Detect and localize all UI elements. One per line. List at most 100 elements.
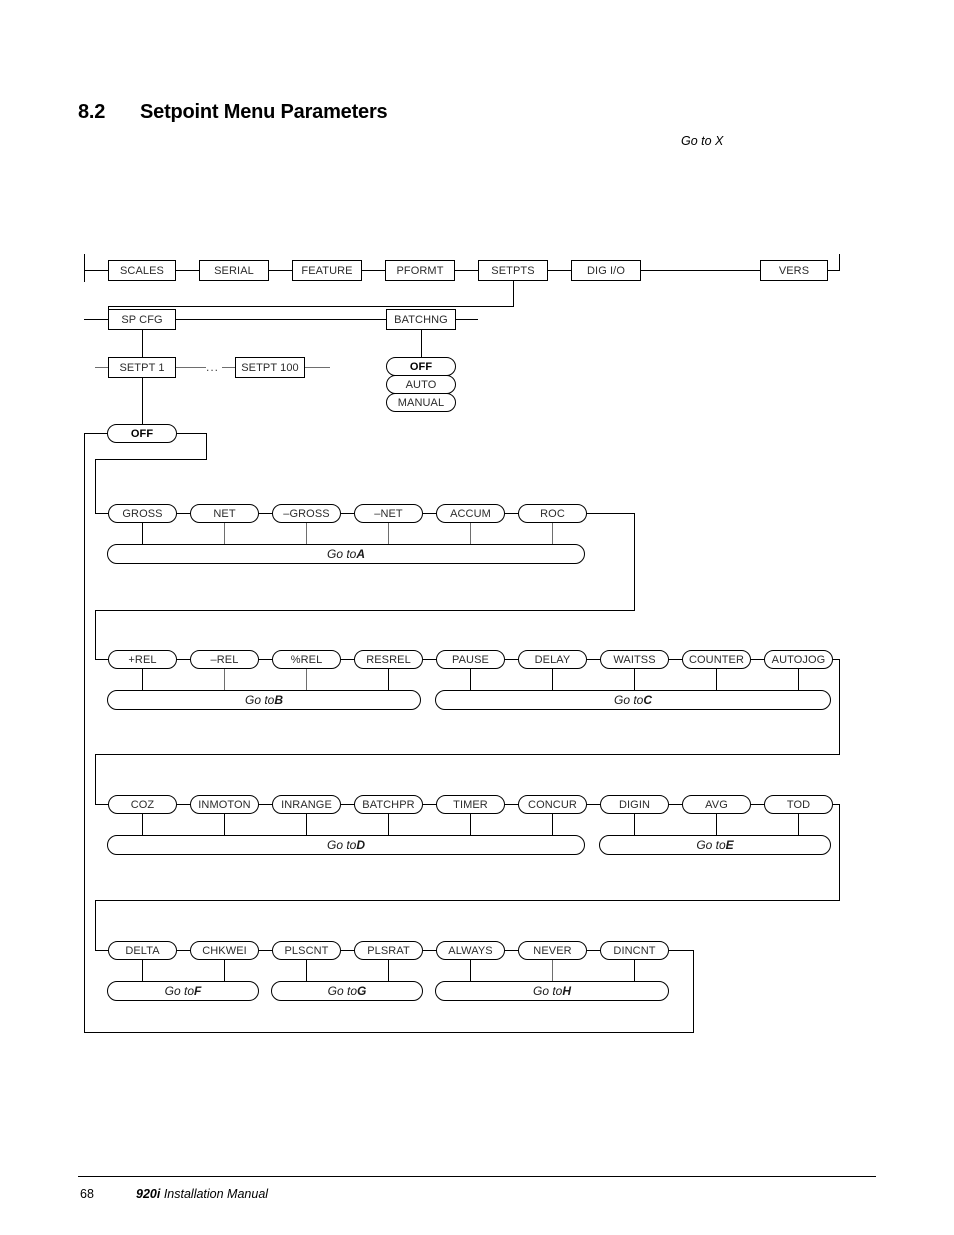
connector [470, 523, 472, 544]
row-d-node-timer[interactable]: TIMER [436, 795, 505, 814]
row-d-node-concur[interactable]: CONCUR [518, 795, 587, 814]
connector [470, 814, 472, 835]
node-label: AVG [705, 798, 728, 811]
row-a-goto-a[interactable]: Go to A [107, 544, 585, 564]
row-a-node-gross[interactable]: GROSS [108, 504, 177, 523]
row-h-node-never[interactable]: NEVER [518, 941, 587, 960]
row-c-node-pause[interactable]: PAUSE [436, 650, 505, 669]
node-label: SCALES [119, 264, 164, 277]
row-a-node-neg-net[interactable]: –NET [354, 504, 423, 523]
row-h-goto-h[interactable]: Go to H [435, 981, 669, 1001]
menu-node-dig-io[interactable]: DIG I/O [571, 260, 641, 281]
node-label: SP CFG [121, 313, 163, 326]
connector [470, 960, 472, 981]
connector [222, 367, 235, 369]
node-label: GROSS [122, 507, 163, 520]
row-c-node-counter[interactable]: COUNTER [682, 650, 751, 669]
setpoint-node-first[interactable]: SETPT 1 [108, 357, 176, 378]
row-b-goto-b[interactable]: Go to B [107, 690, 421, 710]
menu-node-serial[interactable]: SERIAL [199, 260, 269, 281]
row-a-node-net[interactable]: NET [190, 504, 259, 523]
menu-node-feature[interactable]: FEATURE [292, 260, 362, 281]
connector [84, 254, 86, 282]
node-label: –GROSS [283, 507, 330, 520]
menu-node-setpts[interactable]: SETPTS [478, 260, 548, 281]
node-label: PAUSE [452, 653, 489, 666]
setpoint-node-last[interactable]: SETPT 100 [235, 357, 305, 378]
menu-node-scales[interactable]: SCALES [108, 260, 176, 281]
row-d-node-inmoton[interactable]: INMOTON [190, 795, 259, 814]
row-g-node-plscnt[interactable]: PLSCNT [272, 941, 341, 960]
connector [839, 659, 841, 755]
row-c-node-autojog[interactable]: AUTOJOG [764, 650, 833, 669]
node-label: OFF [130, 427, 154, 440]
connector [84, 319, 108, 321]
row-e-node-tod[interactable]: TOD [764, 795, 833, 814]
node-label: COZ [130, 798, 155, 811]
row-b-node-plus-rel[interactable]: +REL [108, 650, 177, 669]
row-e-node-avg[interactable]: AVG [682, 795, 751, 814]
node-label: NET [213, 507, 236, 520]
row-h-node-always[interactable]: ALWAYS [436, 941, 505, 960]
node-label: SERIAL [214, 264, 254, 277]
row-f-node-chkwei[interactable]: CHKWEI [190, 941, 259, 960]
row-g-node-plsrat[interactable]: PLSRAT [354, 941, 423, 960]
connector [305, 367, 330, 369]
row-d-node-coz[interactable]: COZ [108, 795, 177, 814]
row-a-node-roc[interactable]: ROC [518, 504, 587, 523]
row-d-goto-d[interactable]: Go to D [107, 835, 585, 855]
row-b-node-minus-rel[interactable]: –REL [190, 650, 259, 669]
row-d-node-inrange[interactable]: INRANGE [272, 795, 341, 814]
row-c-node-waitss[interactable]: WAITSS [600, 650, 669, 669]
row-a-node-neg-gross[interactable]: –GROSS [272, 504, 341, 523]
goto-letter: A [356, 547, 366, 561]
goto-letter: C [643, 693, 653, 707]
batching-option-auto[interactable]: AUTO [386, 375, 456, 394]
connector [95, 659, 108, 661]
row-e-goto-e[interactable]: Go to E [599, 835, 831, 855]
menu-node-batchng[interactable]: BATCHNG [386, 309, 456, 330]
node-label: PLSCNT [284, 944, 329, 957]
connector [84, 433, 86, 1033]
node-label: BATCHPR [362, 798, 415, 811]
goto-prefix: Go to [244, 693, 275, 707]
node-label: SETPT 1 [119, 361, 165, 374]
node-label: %REL [290, 653, 323, 666]
menu-node-pformt[interactable]: PFORMT [385, 260, 455, 281]
menu-node-sp-cfg[interactable]: SP CFG [108, 309, 176, 330]
footer-model: 920i [136, 1187, 161, 1201]
row-c-goto-c[interactable]: Go to C [435, 690, 831, 710]
connector [716, 814, 718, 835]
batching-option-manual[interactable]: MANUAL [386, 393, 456, 412]
row-d-node-batchpr[interactable]: BATCHPR [354, 795, 423, 814]
row-e-node-digin[interactable]: DIGIN [600, 795, 669, 814]
connector [839, 254, 841, 271]
node-label: –REL [210, 653, 239, 666]
row-c-node-delay[interactable]: DELAY [518, 650, 587, 669]
row-f-goto-f[interactable]: Go to F [107, 981, 259, 1001]
batching-option-off[interactable]: OFF [386, 357, 456, 376]
row-f-node-delta[interactable]: DELTA [108, 941, 177, 960]
connector [95, 754, 97, 805]
setpoint-kind-off[interactable]: OFF [107, 424, 177, 443]
row-a-node-accum[interactable]: ACCUM [436, 504, 505, 523]
setpoint-menu-diagram: SCALES SERIAL FEATURE PFORMT SETPTS DIG … [0, 0, 954, 1235]
connector [552, 669, 554, 690]
row-b-node-resrel[interactable]: RESREL [354, 650, 423, 669]
connector [634, 513, 636, 611]
connector [176, 270, 199, 272]
connector [634, 814, 636, 835]
connector [388, 523, 390, 544]
goto-letter: H [562, 984, 572, 998]
connector [177, 433, 207, 435]
footer-manual-rest: Installation Manual [160, 1187, 269, 1201]
row-b-node-pct-rel[interactable]: %REL [272, 650, 341, 669]
menu-node-vers[interactable]: VERS [760, 260, 828, 281]
row-g-goto-g[interactable]: Go to G [271, 981, 423, 1001]
connector [224, 523, 226, 544]
goto-letter: E [725, 838, 734, 852]
row-h-node-dincnt[interactable]: DINCNT [600, 941, 669, 960]
node-label: CONCUR [528, 798, 577, 811]
connector [142, 378, 144, 424]
connector [84, 270, 108, 272]
